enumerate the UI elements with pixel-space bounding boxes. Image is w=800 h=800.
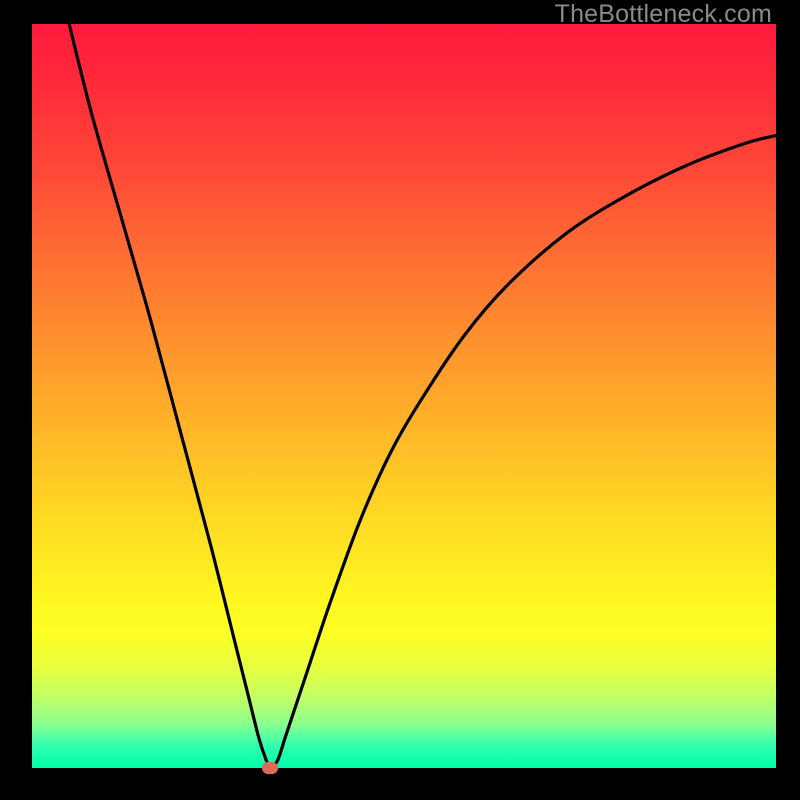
bottleneck-curve: [32, 24, 776, 768]
chart-frame: TheBottleneck.com: [0, 0, 800, 800]
optimal-point-marker: [262, 762, 278, 774]
plot-area: [32, 24, 776, 768]
